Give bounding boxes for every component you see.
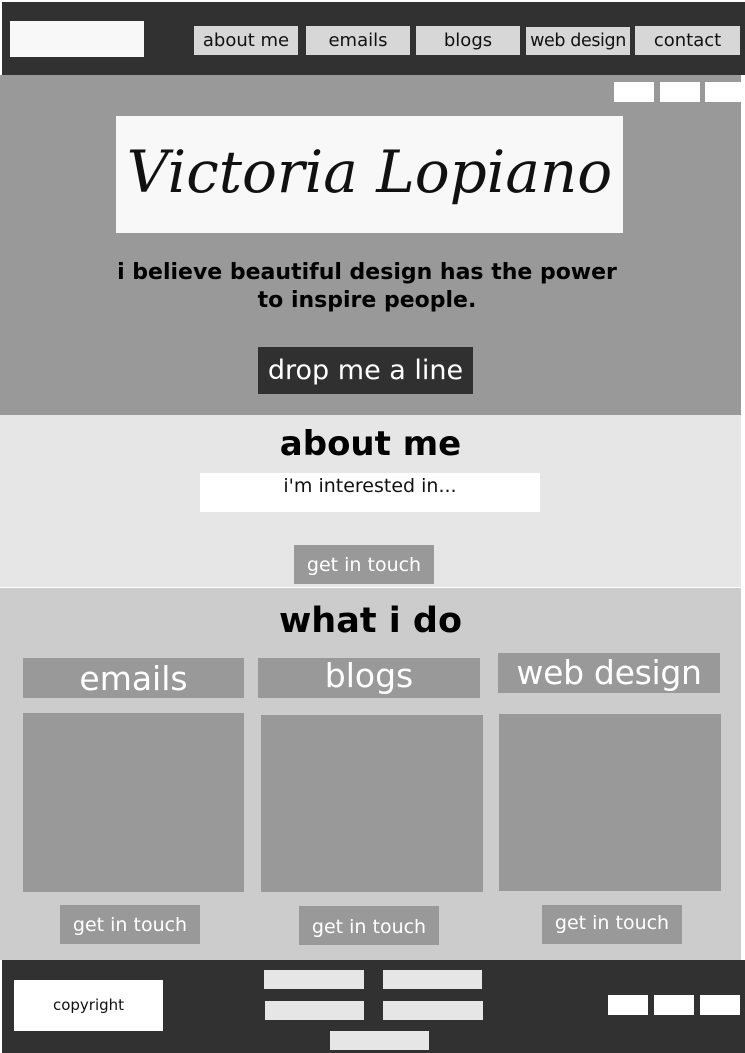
nav-contact[interactable]: contact (635, 26, 740, 55)
service-image-web-design (499, 714, 721, 891)
social-icon-3[interactable] (705, 82, 742, 102)
social-icon-1[interactable] (614, 82, 654, 102)
service-title-emails: emails (23, 658, 244, 698)
footer-link-5[interactable] (330, 1031, 429, 1050)
nav-web-design[interactable]: web design (526, 27, 630, 55)
hero-tagline: i believe beautiful design has the power… (100, 259, 634, 315)
hero-name: Victoria Lopiano (126, 138, 613, 206)
emails-get-in-touch-button[interactable]: get in touch (60, 905, 200, 944)
footer-social-icon-1[interactable] (608, 995, 648, 1015)
service-title-blogs: blogs (258, 658, 480, 698)
web-design-get-in-touch-button[interactable]: get in touch (542, 905, 682, 944)
service-title-web-design: web design (498, 653, 720, 693)
service-image-blogs (261, 715, 483, 892)
footer-social-icon-2[interactable] (654, 995, 694, 1015)
social-icon-2[interactable] (660, 82, 700, 102)
services-title: what i do (278, 601, 463, 641)
footer-link-1[interactable] (264, 970, 364, 989)
nav-blogs[interactable]: blogs (416, 26, 520, 55)
nav-about-me[interactable]: about me (194, 26, 298, 55)
footer-link-4[interactable] (383, 1001, 483, 1020)
tagline-line-2: to inspire people. (257, 288, 477, 313)
drop-me-a-line-button[interactable]: drop me a line (258, 347, 473, 394)
service-image-emails (23, 713, 244, 892)
interest-text: i'm interested in... (283, 475, 457, 497)
footer-link-2[interactable] (383, 970, 482, 989)
footer-link-3[interactable] (265, 1001, 364, 1020)
blogs-get-in-touch-button[interactable]: get in touch (299, 906, 439, 945)
logo-placeholder[interactable] (10, 21, 144, 57)
nav-emails[interactable]: emails (306, 26, 410, 55)
tagline-line-1: i believe beautiful design has the power (117, 260, 617, 285)
footer-social-icon-3[interactable] (700, 995, 740, 1015)
about-title: about me (279, 424, 462, 464)
about-get-in-touch-button[interactable]: get in touch (294, 545, 434, 584)
copyright-notice: copyright (14, 980, 163, 1031)
